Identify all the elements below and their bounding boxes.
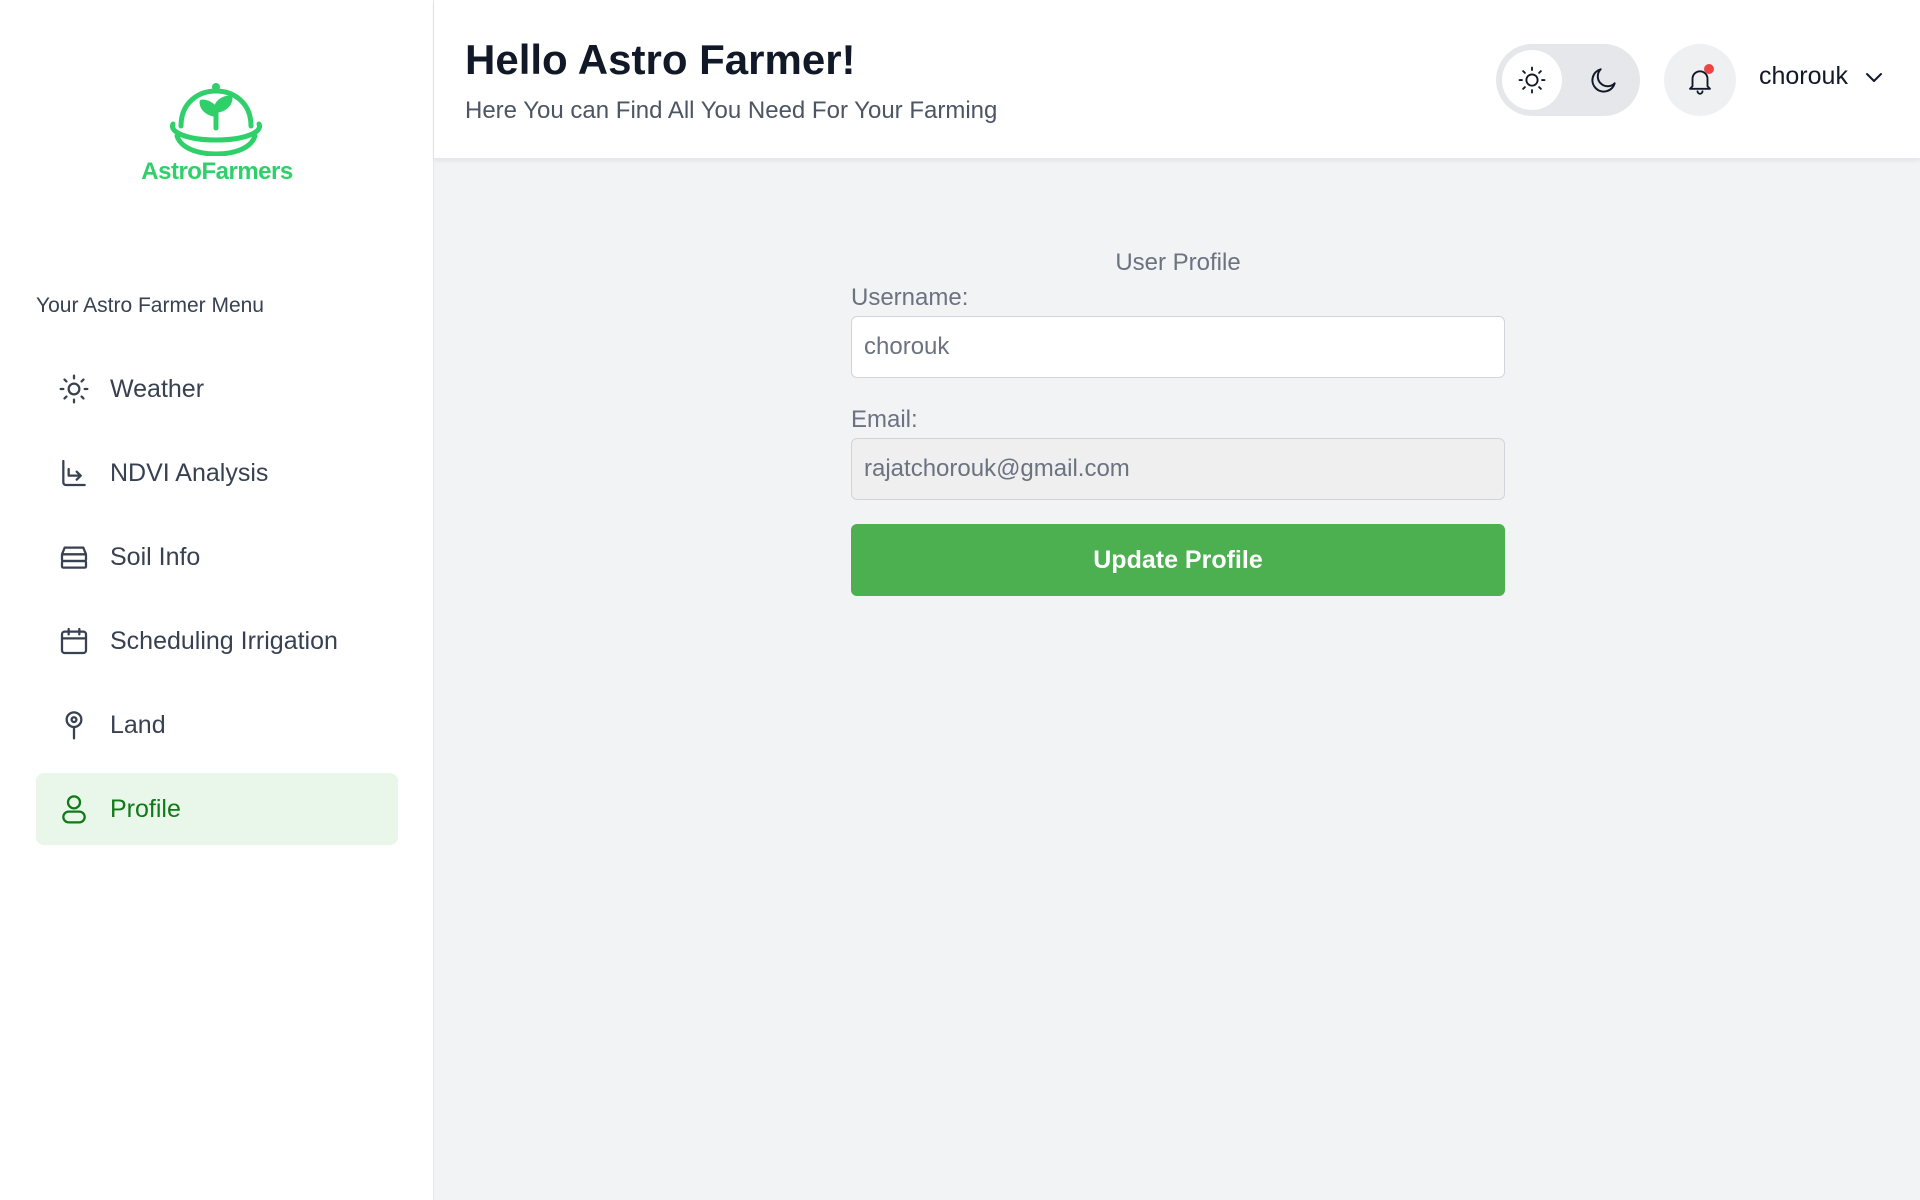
sidebar-item-weather[interactable]: Weather	[36, 353, 398, 425]
sidebar-item-label: Profile	[110, 794, 181, 823]
sidebar-item-label: Land	[110, 710, 166, 739]
sidebar-item-scheduling-irrigation[interactable]: Scheduling Irrigation	[36, 605, 398, 677]
light-mode-button[interactable]	[1502, 50, 1562, 110]
sun-icon	[1518, 66, 1546, 94]
sidebar-item-ndvi-analysis[interactable]: NDVI Analysis	[36, 437, 398, 509]
brand-name: AstroFarmers	[141, 158, 293, 185]
username-input[interactable]	[851, 316, 1505, 378]
moon-icon	[1591, 68, 1616, 93]
sidebar: AstroFarmers Your Astro Farmer Menu Weat…	[0, 0, 434, 1200]
sidebar-menu: Weather NDVI Analysis Soil Info Scheduli…	[36, 353, 398, 857]
logo-icon	[170, 83, 262, 156]
email-input	[851, 438, 1505, 500]
brand-logo[interactable]: AstroFarmers	[0, 80, 434, 186]
notification-dot	[1704, 64, 1714, 74]
calendar-icon	[58, 625, 90, 657]
user-name: chorouk	[1759, 62, 1848, 90]
update-profile-button[interactable]: Update Profile	[851, 524, 1505, 596]
chevron-down-icon	[1865, 72, 1882, 82]
map-pin-icon	[58, 709, 90, 741]
sidebar-item-label: Soil Info	[110, 542, 201, 571]
notifications-button[interactable]	[1664, 44, 1736, 116]
sun-icon	[58, 373, 90, 405]
user-menu[interactable]: chorouk	[1759, 62, 1886, 91]
top-header: Hello Astro Farmer! Here You can Find Al…	[434, 0, 1920, 159]
user-icon	[58, 793, 90, 825]
sidebar-item-profile[interactable]: Profile	[36, 773, 398, 845]
menu-title: Your Astro Farmer Menu	[36, 294, 264, 317]
download-tray-icon	[58, 457, 90, 489]
layers-icon	[58, 541, 90, 573]
dark-mode-button[interactable]	[1574, 50, 1634, 110]
username-label: Username:	[851, 284, 969, 311]
sidebar-item-soil-info[interactable]: Soil Info	[36, 521, 398, 593]
sidebar-item-label: Scheduling Irrigation	[110, 626, 338, 655]
sidebar-item-label: NDVI Analysis	[110, 458, 269, 487]
email-label: Email:	[851, 406, 918, 433]
page-subtitle: Here You can Find All You Need For Your …	[465, 97, 998, 124]
sidebar-item-land[interactable]: Land	[36, 689, 398, 761]
page-greeting: Hello Astro Farmer!	[465, 36, 856, 83]
sidebar-item-label: Weather	[110, 374, 205, 403]
theme-toggle	[1496, 44, 1640, 116]
profile-title: User Profile	[1115, 249, 1241, 276]
